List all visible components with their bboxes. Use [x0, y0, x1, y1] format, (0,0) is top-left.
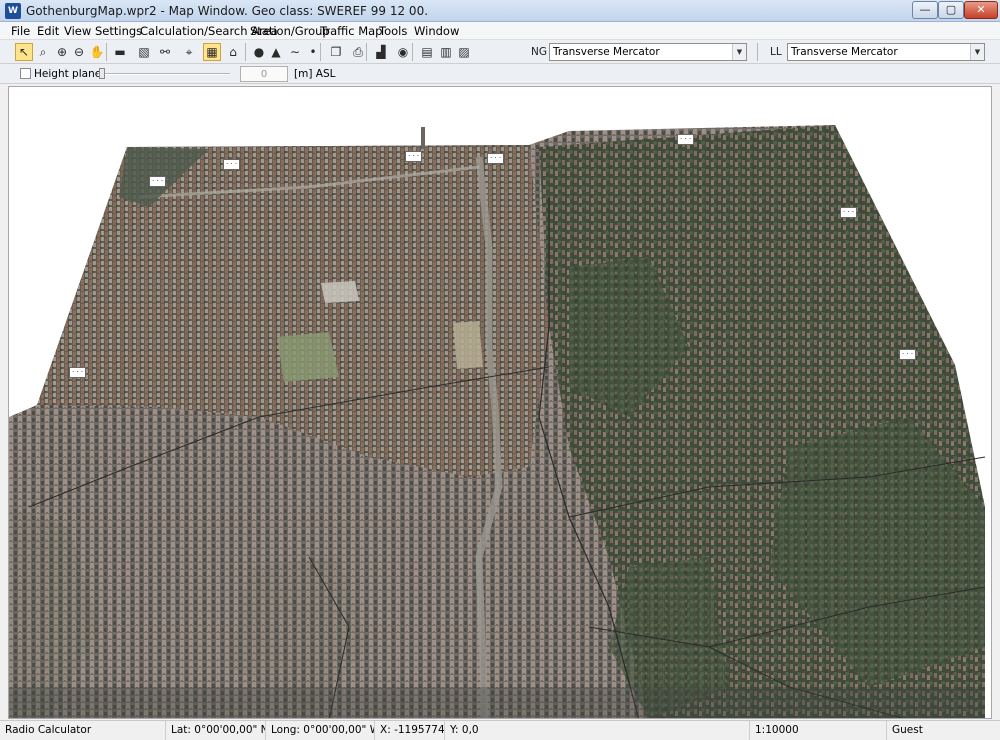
hand-pan-icon[interactable]: ✋	[88, 43, 106, 61]
height-plane-slider-track[interactable]	[98, 73, 230, 75]
menu-traffic-map[interactable]: Traffic Map	[320, 24, 382, 38]
height-plane-unit: [m] ASL	[294, 68, 336, 80]
map-road-label: · · ·	[840, 207, 858, 218]
station-icon[interactable]: ⌂	[224, 43, 242, 61]
pointer-icon[interactable]: ↖	[15, 43, 33, 61]
ng-projection-value: Transverse Mercator	[553, 46, 660, 58]
front-edge-shade	[9, 687, 985, 718]
ng-projection-select[interactable]: Transverse Mercator ▼	[549, 43, 747, 61]
height-plane-label: Height plane	[34, 68, 102, 80]
map-road-label: · · ·	[405, 151, 423, 162]
ll-projection-value: Transverse Mercator	[791, 46, 898, 58]
plaza	[321, 281, 359, 303]
tower	[421, 127, 425, 149]
map-road-label: · · ·	[69, 367, 87, 378]
app-icon: W	[5, 3, 21, 19]
status-latitude: Lat: 0°00'00,00" N	[166, 721, 266, 740]
maximize-button[interactable]: ▢	[938, 1, 964, 19]
status-y-coordinate: Y: 0,0	[445, 721, 750, 740]
circle-icon[interactable]: ●	[250, 43, 268, 61]
ll-projection-select[interactable]: Transverse Mercator ▼	[787, 43, 985, 61]
menu-edit[interactable]: Edit	[37, 24, 59, 38]
ruler-icon[interactable]: ▬	[111, 43, 129, 61]
chevron-down-icon[interactable]: ▼	[732, 44, 746, 60]
status-x-coordinate: X: -1195774,9	[375, 721, 445, 740]
status-app-name: Radio Calculator	[0, 721, 166, 740]
globe-icon[interactable]: ◉	[394, 43, 412, 61]
toolbar-separator	[412, 43, 413, 61]
zoom-out-icon[interactable]: ⊖	[70, 43, 88, 61]
map-road-label: · · ·	[149, 176, 167, 187]
magnifier-icon[interactable]: ⌕	[34, 43, 52, 61]
window-tile-icon[interactable]: ▤	[418, 43, 436, 61]
status-scale: 1:10000	[750, 721, 887, 740]
close-button[interactable]: ✕	[964, 1, 998, 19]
ng-label: NG	[531, 46, 547, 58]
map-road-label: · · ·	[677, 134, 695, 145]
toolbar-separator	[245, 43, 246, 61]
toolbar: ↖ ⌕ ⊕ ⊖ ✋ ▬ ▧ ⚯ ⌖ ▦ ⌂ ● ▲ ∼ • ❐ ⎙ ▟ ◉ ▤ ▥ ▨ NG Transverse Mer…	[0, 40, 1000, 64]
ll-label: LL	[770, 46, 782, 58]
height-plane-slider-thumb[interactable]	[99, 68, 105, 79]
status-user: Guest	[892, 724, 923, 736]
height-plane-bar: Height plane [m] ASL	[0, 64, 1000, 84]
profile-chart-icon[interactable]: ▟	[372, 43, 390, 61]
plaza	[453, 321, 483, 369]
map-road-label: · · ·	[223, 159, 241, 170]
window-cascade-icon[interactable]: ▥	[437, 43, 455, 61]
title-bar: W GothenburgMap.wpr2 - Map Window. Geo c…	[0, 0, 1000, 22]
window-list-icon[interactable]: ▨	[455, 43, 473, 61]
window-title: GothenburgMap.wpr2 - Map Window. Geo cla…	[26, 4, 429, 18]
menu-station-group[interactable]: Station/Group	[250, 24, 330, 38]
menu-bar: File Edit View Settings Calculation/Sear…	[0, 22, 1000, 40]
menu-window[interactable]: Window	[414, 24, 459, 38]
park-square	[277, 332, 339, 382]
view-3d-icon[interactable]: ▦	[203, 43, 221, 61]
copy-icon[interactable]: ❐	[327, 43, 345, 61]
status-bar: Radio Calculator Lat: 0°00'00,00" N Long…	[0, 720, 1000, 740]
chevron-down-icon[interactable]: ▼	[970, 44, 984, 60]
map-road-label: · · ·	[899, 349, 917, 360]
map-3d-view[interactable]: · · · · · · · · · · · · · · · · · · · · …	[8, 86, 992, 719]
height-plane-input[interactable]	[240, 66, 288, 82]
height-plane-checkbox[interactable]	[20, 68, 31, 79]
menu-tools[interactable]: Tools	[379, 24, 407, 38]
binoculars-icon[interactable]: ⚯	[156, 43, 174, 61]
minimize-button[interactable]: —	[912, 1, 938, 19]
search-area-icon[interactable]: ⌖	[180, 43, 198, 61]
print-icon[interactable]: ⎙	[349, 43, 367, 61]
toolbar-separator	[106, 43, 107, 61]
line-icon[interactable]: ∼	[286, 43, 304, 61]
triangle-icon[interactable]: ▲	[267, 43, 285, 61]
map-road-label: · · ·	[487, 153, 505, 164]
point-icon[interactable]: •	[304, 43, 322, 61]
status-longitude: Long: 0°00'00,00" W	[266, 721, 375, 740]
zoom-in-icon[interactable]: ⊕	[53, 43, 71, 61]
menu-view[interactable]: View	[64, 24, 91, 38]
map-layers-icon[interactable]: ▧	[135, 43, 153, 61]
menu-file[interactable]: File	[11, 24, 30, 38]
toolbar-separator	[757, 43, 758, 61]
menu-settings[interactable]: Settings	[95, 24, 142, 38]
